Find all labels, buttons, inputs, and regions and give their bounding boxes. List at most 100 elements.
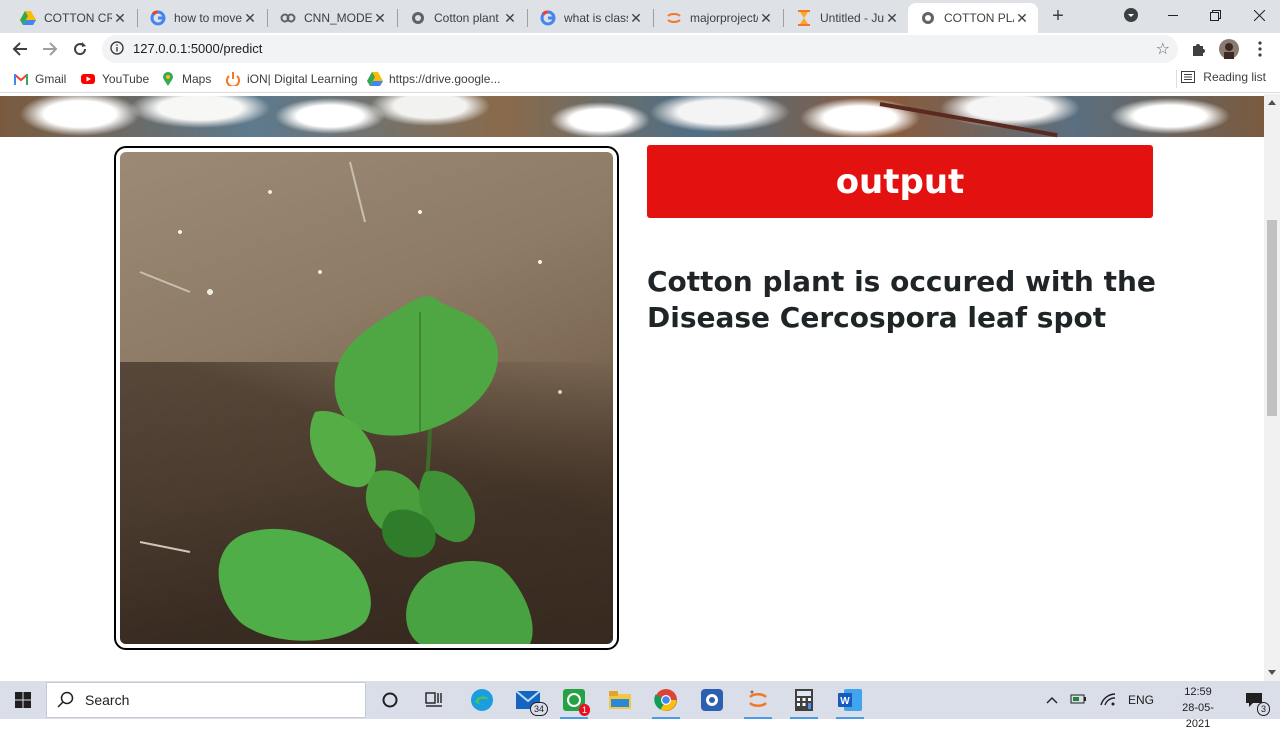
bookmark-youtube[interactable]: YouTube	[80, 70, 149, 88]
tab-cotton-cro[interactable]: COTTON CRO ✕	[8, 3, 136, 33]
url-text[interactable]: 127.0.0.1:5000/predict	[133, 41, 262, 56]
minimize-icon	[1168, 15, 1178, 16]
notification-count: 3	[1256, 702, 1270, 716]
page-scrollbar[interactable]	[1264, 94, 1280, 681]
tab-cotton-plant[interactable]: Cotton plant ✕	[398, 3, 526, 33]
arrow-right-icon	[43, 42, 58, 56]
chrome-icon	[654, 689, 677, 711]
arrow-left-icon	[12, 42, 27, 56]
back-button[interactable]	[8, 37, 32, 61]
edge-button[interactable]	[462, 684, 502, 716]
tab-majorproject[interactable]: majorproject/ ✕	[654, 3, 782, 33]
close-icon[interactable]: ✕	[1014, 10, 1030, 27]
address-bar[interactable]: 127.0.0.1:5000/predict ☆	[102, 35, 1178, 63]
tab-title: what is classif	[564, 11, 628, 25]
google-icon	[150, 10, 166, 26]
cortana-button[interactable]	[370, 684, 410, 716]
scrollbar-thumb[interactable]	[1267, 220, 1277, 416]
battery-icon[interactable]	[1070, 693, 1088, 708]
globe-icon	[920, 10, 936, 26]
new-tab-button[interactable]: +	[1047, 6, 1069, 28]
tab-title: majorproject/	[690, 11, 758, 25]
tab-what-is-classif[interactable]: what is classif ✕	[528, 3, 652, 33]
result-line-2: Disease Cercospora leaf spot	[647, 301, 1107, 334]
minimize-button[interactable]	[1150, 0, 1196, 30]
close-icon[interactable]: ✕	[884, 10, 900, 27]
bookmark-gmail[interactable]: Gmail	[13, 70, 66, 88]
tab-search-button[interactable]	[1108, 0, 1154, 30]
start-button[interactable]	[0, 681, 46, 719]
uploaded-image-frame	[114, 146, 619, 650]
calculator-button[interactable]	[784, 684, 824, 719]
bookmarks-bar: Gmail YouTube Maps iON| Digital Learning…	[0, 66, 1280, 93]
whatsapp-button[interactable]: 1	[554, 684, 594, 719]
app-badge: 1	[578, 704, 590, 716]
bookmark-maps[interactable]: Maps	[160, 70, 211, 88]
info-icon[interactable]	[110, 41, 124, 60]
system-tray: ENG	[1046, 681, 1154, 719]
bookmark-star-icon[interactable]: ☆	[1156, 39, 1170, 59]
colab-icon	[280, 10, 296, 26]
close-icon[interactable]: ✕	[372, 10, 388, 27]
gmail-icon	[13, 71, 29, 87]
app-button[interactable]	[692, 684, 732, 716]
forward-button[interactable]	[38, 37, 62, 61]
language-indicator[interactable]: ENG	[1128, 693, 1154, 707]
close-icon[interactable]: ✕	[758, 10, 774, 27]
scroll-down-icon[interactable]	[1268, 670, 1276, 675]
task-view-button[interactable]	[414, 684, 454, 716]
menu-button[interactable]	[1248, 37, 1272, 61]
tab-strip: COTTON CRO ✕ how to move ✕ CNN_MODEL ✕ C…	[0, 0, 1280, 33]
reading-list-icon	[1181, 71, 1196, 83]
close-icon[interactable]: ✕	[628, 10, 644, 27]
close-icon[interactable]: ✕	[112, 10, 128, 27]
reading-list-button[interactable]: Reading list	[1181, 70, 1266, 84]
word-button[interactable]: W	[830, 684, 870, 719]
file-explorer-button[interactable]	[600, 684, 640, 716]
tab-cnn-model[interactable]: CNN_MODEL ✕	[268, 3, 396, 33]
close-icon[interactable]: ✕	[242, 10, 258, 27]
search-icon	[57, 691, 74, 708]
clock[interactable]: 12:59 28-05-2021	[1170, 684, 1226, 732]
tab-title: how to move	[174, 11, 242, 25]
kebab-menu-icon	[1258, 41, 1262, 57]
chrome-button[interactable]	[646, 684, 686, 719]
reload-button[interactable]	[68, 37, 92, 61]
avatar-icon	[1219, 39, 1239, 59]
edge-icon	[471, 689, 493, 711]
page-viewport: output Cotton plant is occured with the …	[0, 94, 1264, 681]
extensions-button[interactable]	[1187, 37, 1211, 61]
close-icon[interactable]: ✕	[502, 10, 518, 27]
close-window-button[interactable]	[1236, 0, 1280, 30]
restore-button[interactable]	[1192, 0, 1238, 30]
jupyter-button[interactable]	[738, 684, 778, 719]
chevron-up-icon[interactable]	[1046, 693, 1058, 707]
globe-icon	[410, 10, 426, 26]
notifications-button[interactable]: 3	[1236, 684, 1272, 716]
output-label: output	[835, 161, 965, 202]
profile-avatar[interactable]	[1217, 37, 1241, 61]
jupyter-icon	[666, 10, 682, 26]
task-view-icon	[425, 692, 442, 707]
bookmark-drive[interactable]: https://drive.google...	[367, 70, 500, 88]
mail-button[interactable]: 34	[508, 684, 548, 716]
clock-time: 12:59	[1184, 686, 1212, 698]
tab-cotton-pla-active[interactable]: COTTON PLA ✕	[908, 3, 1038, 33]
bookmark-ion[interactable]: iON| Digital Learning	[225, 70, 358, 88]
wifi-icon[interactable]	[1100, 692, 1116, 709]
tab-title: CNN_MODEL	[304, 11, 372, 25]
bookmarks-divider	[1176, 70, 1177, 88]
cotton-seedling-illustration	[139, 161, 533, 644]
tab-untitled-jupyter[interactable]: Untitled - Jup ✕	[784, 3, 908, 33]
google-drive-icon	[20, 10, 36, 26]
mail-badge: 34	[529, 702, 548, 716]
svg-text:W: W	[840, 696, 850, 707]
tab-how-to-move[interactable]: how to move ✕	[138, 3, 266, 33]
bookmark-label: Gmail	[35, 72, 67, 86]
tab-title: Untitled - Jup	[820, 11, 884, 25]
reading-list-label: Reading list	[1203, 70, 1266, 84]
scroll-up-icon[interactable]	[1268, 100, 1276, 105]
taskbar-search[interactable]: Search	[46, 682, 366, 718]
tab-title: COTTON PLA	[944, 11, 1014, 25]
app-icon	[701, 689, 723, 711]
